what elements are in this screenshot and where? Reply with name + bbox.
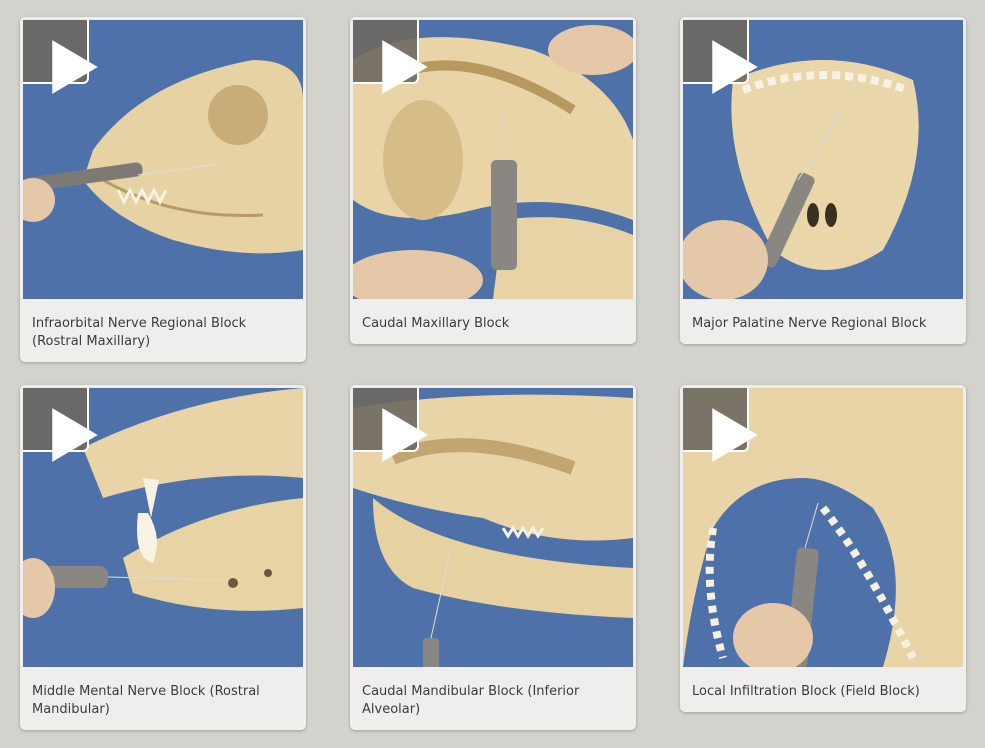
play-icon: [52, 40, 98, 94]
play-button[interactable]: [23, 388, 98, 462]
play-icon: [382, 408, 428, 462]
video-thumbnail[interactable]: [353, 20, 633, 299]
video-title[interactable]: Caudal Maxillary Block: [362, 315, 626, 333]
play-icon: [52, 408, 98, 462]
play-button[interactable]: [353, 20, 428, 94]
video-thumbnail[interactable]: [23, 388, 303, 667]
video-card[interactable]: Caudal Mandibular Block (Inferior Alveol…: [350, 385, 636, 730]
video-title[interactable]: Major Palatine Nerve Regional Block: [692, 315, 956, 333]
video-thumbnail[interactable]: [683, 388, 963, 667]
play-icon: [712, 408, 758, 462]
play-button[interactable]: [353, 388, 428, 462]
video-card[interactable]: Infraorbital Nerve Regional Block (Rostr…: [20, 17, 306, 362]
video-card[interactable]: Caudal Maxillary Block: [350, 17, 636, 344]
play-button[interactable]: [23, 20, 98, 94]
video-card[interactable]: Major Palatine Nerve Regional Block: [680, 17, 966, 344]
video-thumbnail[interactable]: [683, 20, 963, 299]
video-title[interactable]: Local Infiltration Block (Field Block): [692, 683, 956, 701]
play-icon: [382, 40, 428, 94]
video-title[interactable]: Infraorbital Nerve Regional Block (Rostr…: [32, 315, 296, 351]
video-title[interactable]: Caudal Mandibular Block (Inferior Alveol…: [362, 683, 626, 719]
play-button[interactable]: [683, 20, 758, 94]
video-card[interactable]: Middle Mental Nerve Block (Rostral Mandi…: [20, 385, 306, 730]
play-icon: [712, 40, 758, 94]
video-thumbnail[interactable]: [353, 388, 633, 667]
video-title[interactable]: Middle Mental Nerve Block (Rostral Mandi…: [32, 683, 296, 719]
play-button[interactable]: [683, 388, 758, 462]
video-thumbnail[interactable]: [23, 20, 303, 299]
video-card[interactable]: Local Infiltration Block (Field Block): [680, 385, 966, 712]
